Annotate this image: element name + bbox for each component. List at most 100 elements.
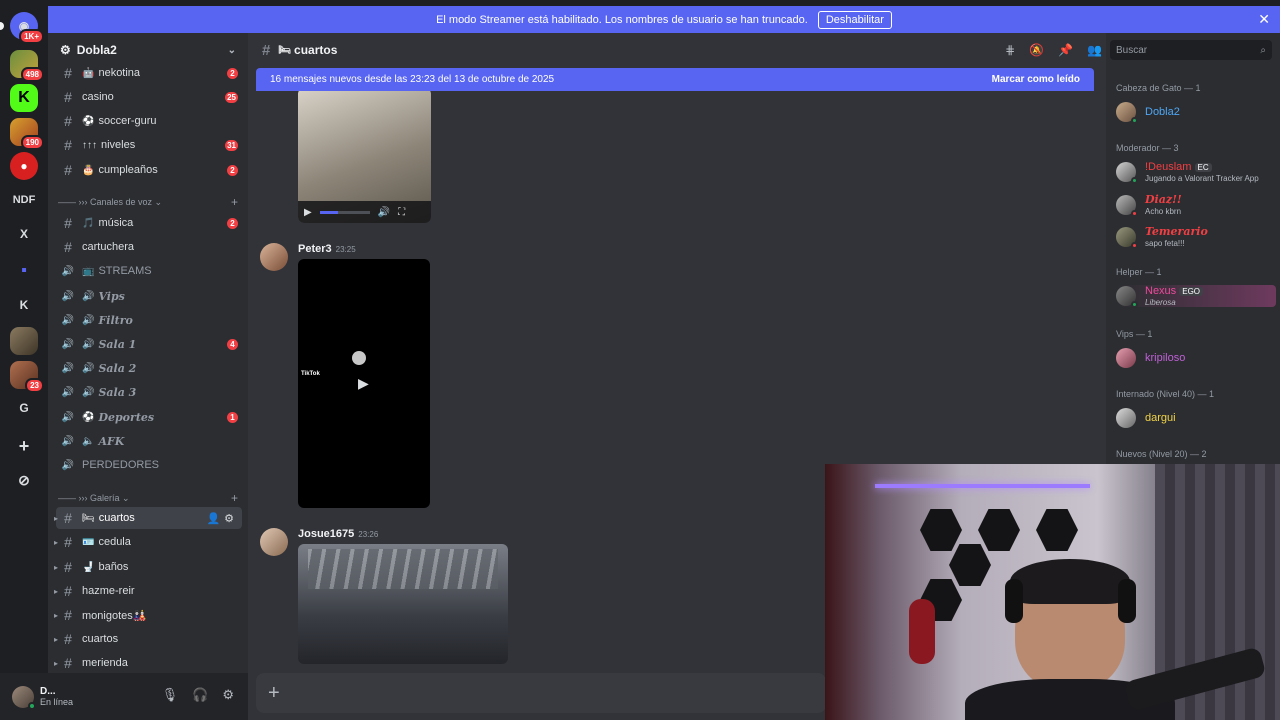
discord-home-icon[interactable]: ◉ 1K+ — [10, 12, 44, 44]
server-tag: EC — [1194, 163, 1212, 172]
server-9-icon[interactable]: 23 — [10, 361, 44, 393]
voice-vips[interactable]: 🔊 🔊 Vips — [56, 285, 242, 307]
video-attachment[interactable]: ▶ 🔊 ⛶ — [298, 88, 431, 223]
progress-bar[interactable] — [319, 210, 370, 214]
hash-icon: # — [64, 510, 72, 526]
category-galeria[interactable]: —— ››› Galería ⌄ + — [58, 490, 242, 506]
voice-deportes[interactable]: 🔊 ⚽ Deportes 1 — [56, 406, 242, 428]
server-g[interactable]: G — [10, 394, 38, 422]
close-icon[interactable]: ✕ — [1258, 11, 1270, 28]
hash-icon: # — [64, 583, 72, 599]
threads-icon[interactable]: ⋕ — [1005, 43, 1015, 57]
explore-icon[interactable]: ⊘ — [10, 466, 38, 494]
voice-sala-1[interactable]: 🔊 🔊 Sala 14 — [56, 333, 242, 355]
channel-cumpleanos[interactable]: # 🎂 cumpleaños 2 — [56, 159, 242, 181]
channel-cedula[interactable]: ▸ # 🪪 cedula — [54, 531, 242, 553]
hash-icon: # — [262, 41, 271, 59]
avatar — [1116, 286, 1138, 308]
channel-cuartos-2[interactable]: ▸ # cuartos — [54, 628, 242, 650]
add-server-icon[interactable]: + — [10, 432, 38, 460]
message-composer[interactable]: + — [256, 673, 826, 713]
message-author[interactable]: Josue1675 — [298, 528, 354, 540]
notifications-muted-icon[interactable]: 🔕 — [1029, 43, 1044, 57]
thread-arrow-icon: ▸ — [54, 610, 59, 620]
spider-icon[interactable]: ● — [10, 152, 38, 180]
server-k[interactable]: K — [10, 291, 38, 319]
channel-monigotes[interactable]: ▸ # monigotes🎎 — [54, 604, 242, 626]
streamer-hair — [1010, 559, 1130, 604]
headphones-icon[interactable]: 🎧 — [192, 687, 208, 703]
hash-icon: # — [64, 631, 72, 647]
member-item[interactable]: Nexus EGO Liberosa — [1116, 285, 1276, 308]
member-item[interactable]: Dobla2 — [1116, 102, 1276, 124]
server-3-icon[interactable]: 190 — [10, 118, 44, 150]
volume-icon[interactable]: 🔊 — [378, 207, 390, 218]
add-attachment-icon[interactable]: + — [268, 682, 280, 705]
voice-sala-3[interactable]: 🔊 🔊 Sala 3 — [56, 381, 242, 403]
mark-as-read-button[interactable]: Marcar como leído — [992, 74, 1080, 85]
message-author[interactable]: Peter3 — [298, 243, 332, 255]
add-channel-icon[interactable]: + — [231, 491, 238, 505]
channel-cartuchera[interactable]: # cartuchera — [56, 236, 242, 258]
channel-settings-icon[interactable]: 👤⚙ — [206, 512, 238, 525]
member-item[interactable]: Diaz!! Acho kbrn — [1116, 193, 1276, 217]
server-x[interactable]: X — [10, 220, 38, 248]
avatar — [1116, 102, 1138, 124]
hash-icon: # — [64, 113, 72, 129]
chevron-down-icon[interactable]: ⌄ — [228, 45, 236, 56]
unread-badge: 25 — [225, 91, 238, 103]
member-item[interactable]: Temerario sapo feta!!! — [1116, 225, 1276, 249]
channel-banos[interactable]: ▸ # 🚽 baños — [54, 556, 242, 578]
headphones-right — [1118, 579, 1136, 623]
tiktok-logo: TikTok — [301, 371, 320, 377]
speaker-icon: 🔊 — [61, 386, 75, 398]
thread-arrow-icon: ▸ — [54, 634, 59, 644]
unread-badge: 4 — [227, 338, 238, 350]
speaker-icon: 🔊 — [61, 290, 75, 302]
avatar[interactable] — [12, 685, 36, 710]
channel-title: cuartos — [294, 43, 338, 57]
category-voice[interactable]: —— ››› Canales de voz ⌄ + — [58, 194, 242, 210]
microphone-icon[interactable]: 🎙 — [162, 687, 179, 703]
server-1-icon[interactable]: 498 — [10, 50, 44, 82]
channel-niveles[interactable]: # ↑↑↑ niveles 31 — [56, 134, 242, 156]
member-item[interactable]: !Deuslam EC Jugando a Valorant Tracker Ap… — [1116, 161, 1276, 184]
voice-afk[interactable]: 🔊 🔈 AFK — [56, 430, 242, 452]
fullscreen-icon[interactable]: ⛶ — [398, 207, 405, 218]
voice-perdedores[interactable]: 🔊 PERDEDORES — [56, 454, 242, 476]
channel-soccer-guru[interactable]: # ⚽ soccer-guru — [56, 110, 242, 132]
play-icon[interactable]: ▶ — [358, 375, 369, 392]
voice-sala-2[interactable]: 🔊 🔊 Sala 2 — [56, 357, 242, 379]
speaker-icon: 🔊 — [82, 314, 95, 326]
pin-icon[interactable]: 📌 — [1058, 43, 1073, 57]
kick-icon[interactable]: K — [10, 84, 38, 112]
channel-casino[interactable]: # casino 25 — [56, 86, 242, 108]
channel-nekotina[interactable]: # 🤖 nekotina 2 — [56, 62, 242, 84]
tiktok-video-attachment[interactable]: TikTok ▶ — [298, 259, 430, 508]
new-messages-bar[interactable]: 16 mensajes nuevos desde las 23:23 del 1… — [256, 68, 1094, 91]
server-8-icon[interactable] — [10, 327, 38, 355]
voice-streams[interactable]: 🔊 📺 STREAMS — [56, 260, 242, 282]
channel-merienda[interactable]: ▸ # merienda — [54, 652, 242, 673]
search-input[interactable]: Buscar ⌕ — [1110, 40, 1272, 60]
disable-streamer-button[interactable]: Deshabilitar — [817, 10, 892, 29]
thread-arrow-icon: ▸ — [54, 513, 59, 523]
hash-icon: # — [64, 137, 72, 153]
gear-icon[interactable]: ⚙ — [222, 687, 234, 703]
hash-icon: # — [64, 65, 72, 81]
avatar[interactable] — [260, 243, 288, 271]
members-icon[interactable]: 👥 — [1087, 43, 1102, 57]
voice-filtro[interactable]: 🔊 🔊 Filtro — [56, 309, 242, 331]
folder-icon[interactable]: ▪ — [10, 257, 38, 285]
server-ndf[interactable]: NDF — [10, 186, 38, 214]
member-item[interactable]: kripiloso — [1116, 348, 1276, 368]
member-item[interactable]: dargui — [1116, 408, 1276, 428]
add-channel-icon[interactable]: + — [231, 195, 238, 209]
avatar[interactable] — [260, 528, 288, 556]
image-attachment[interactable] — [298, 544, 508, 664]
channel-cuartos[interactable]: ▸ # 🛏 cuartos 👤⚙ — [54, 507, 242, 529]
channel-hazme-reir[interactable]: ▸ # hazme-reir — [54, 580, 242, 602]
play-icon[interactable]: ▶ — [304, 207, 312, 218]
server-tag: EGO — [1179, 287, 1204, 296]
channel-musica[interactable]: # 🎵 música 2 — [56, 212, 242, 234]
